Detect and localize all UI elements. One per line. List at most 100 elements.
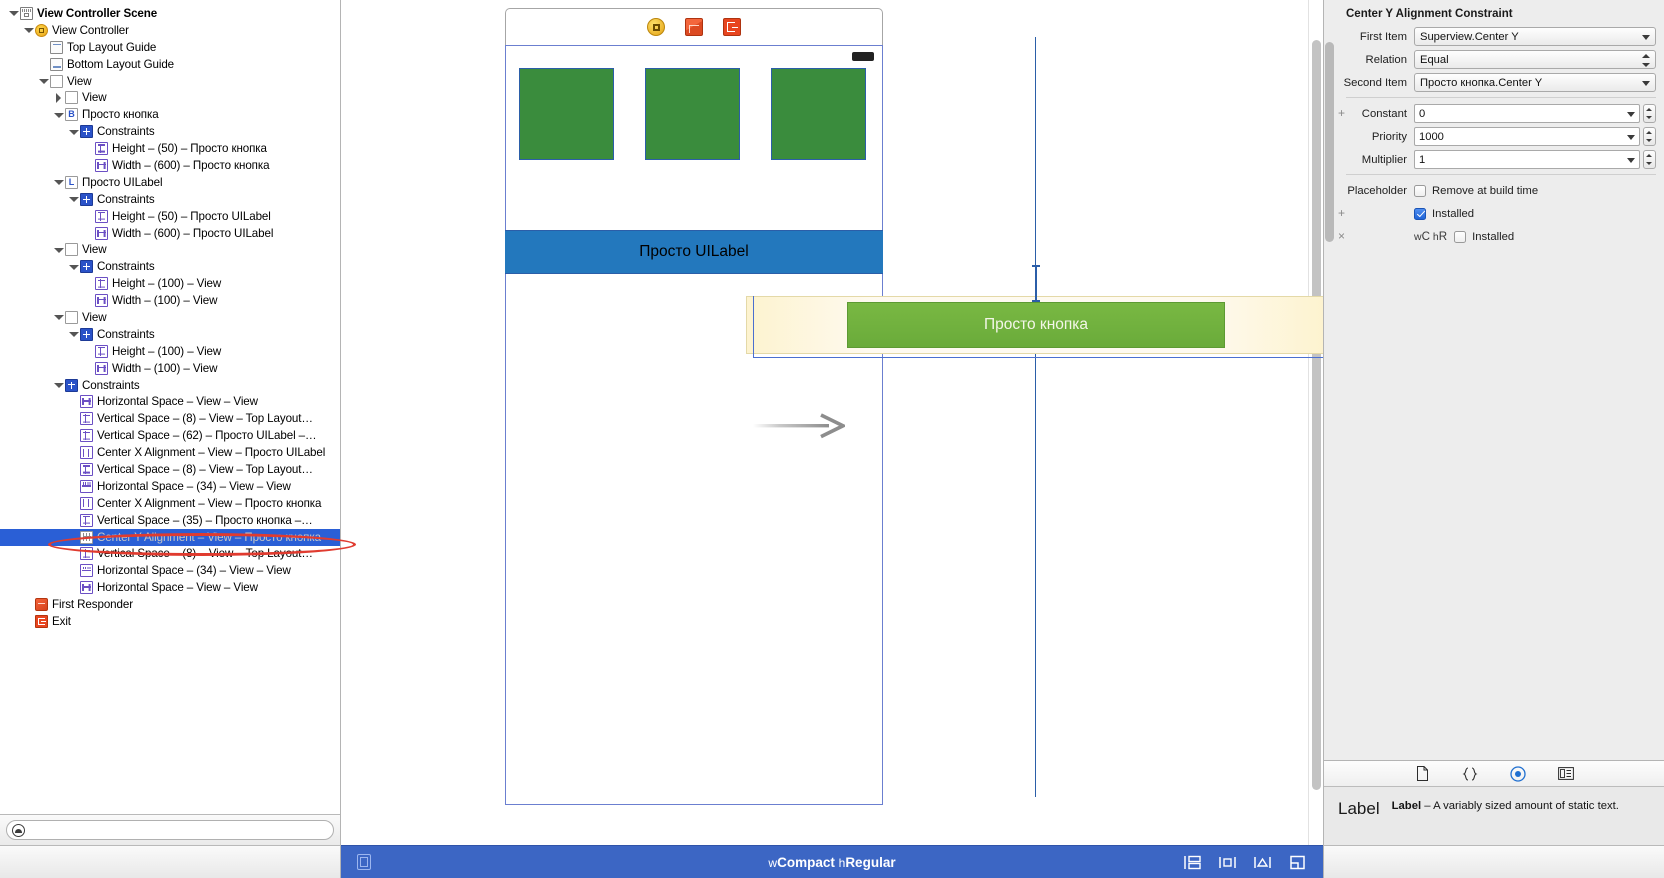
- disclosure-triangle-icon[interactable]: [38, 76, 49, 87]
- outline-row[interactable]: Horizontal Space – View – View: [0, 579, 340, 596]
- outline-row[interactable]: Constraints: [0, 123, 340, 140]
- outline-row[interactable]: Width – (100) – View: [0, 292, 340, 309]
- disclosure-triangle-icon[interactable]: [53, 312, 64, 323]
- multiplier-field[interactable]: 1: [1414, 150, 1640, 169]
- view-icon: [65, 243, 78, 257]
- outline-row[interactable]: Vertical Space – (8) – View – Top Layout…: [0, 410, 340, 427]
- outline-row[interactable]: Constraints: [0, 377, 340, 394]
- outline-row[interactable]: Height – (50) – Просто UILabel: [0, 208, 340, 225]
- exit-icon[interactable]: [723, 18, 741, 36]
- canvas-area[interactable]: Просто UILabel Просто кнопка: [341, 0, 1323, 845]
- constant-add-variation-button[interactable]: +: [1336, 104, 1347, 123]
- outline-row[interactable]: Vertical Space – (62) – Просто UILabel –…: [0, 427, 340, 444]
- outline-row[interactable]: Constraints: [0, 258, 340, 275]
- outline-row[interactable]: View: [0, 73, 340, 90]
- variation-remove-button[interactable]: ×: [1336, 227, 1347, 246]
- outline-filter-field[interactable]: [6, 820, 334, 840]
- disclosure-triangle-icon[interactable]: [53, 380, 64, 391]
- outline-row[interactable]: Vertical Space – (8) – View – Top Layout…: [0, 461, 340, 478]
- outline-row[interactable]: First Responder: [0, 596, 340, 613]
- outline-row[interactable]: Vertical Space – (35) – Просто кнопка –…: [0, 512, 340, 529]
- outline-row[interactable]: View Controller: [0, 22, 340, 39]
- installed-label: Installed: [1432, 207, 1475, 220]
- installed-checkbox[interactable]: [1414, 207, 1426, 220]
- priority-field[interactable]: 1000: [1414, 127, 1640, 146]
- first-responder-icon[interactable]: [685, 18, 703, 36]
- code-snippet-icon[interactable]: [1460, 765, 1480, 783]
- object-library-icon[interactable]: [1508, 765, 1528, 783]
- outline-row[interactable]: Bottom Layout Guide: [0, 56, 340, 73]
- multiplier-stepper[interactable]: [1643, 150, 1656, 169]
- outline-filter-input[interactable]: [25, 823, 333, 837]
- uibutton-element[interactable]: Просто кнопка: [847, 302, 1225, 348]
- disclosure-triangle-icon[interactable]: [68, 126, 79, 137]
- first-item-popup[interactable]: Superview.Center Y: [1414, 27, 1656, 46]
- constraint-centerx-icon: [80, 496, 93, 510]
- disclosure-triangle-icon[interactable]: [68, 261, 79, 272]
- disclosure-triangle-icon[interactable]: [68, 194, 79, 205]
- relation-popup[interactable]: Equal: [1414, 50, 1656, 69]
- constraint-hspace-plain-icon: [80, 395, 93, 409]
- file-inspector-icon[interactable]: [1412, 765, 1432, 783]
- outline-row[interactable]: Horizontal Space – (34) – View – View: [0, 478, 340, 495]
- assistant-editor-icon[interactable]: [1183, 855, 1202, 870]
- outline-row[interactable]: Center X Alignment – View – Просто UILab…: [0, 444, 340, 461]
- green-view-1[interactable]: [519, 68, 614, 160]
- disclosure-triangle-icon[interactable]: [68, 329, 79, 340]
- outline-row[interactable]: Exit: [0, 613, 340, 630]
- disclosure-triangle-icon[interactable]: [53, 177, 64, 188]
- disclosure-triangle-icon[interactable]: [53, 109, 64, 120]
- align-icon[interactable]: [1218, 855, 1237, 870]
- multiplier-row: Multiplier 1: [1336, 150, 1656, 169]
- outline-row[interactable]: Horizontal Space – (34) – View – View: [0, 562, 340, 579]
- green-view-3[interactable]: [771, 68, 866, 160]
- label-icon: L: [65, 175, 78, 189]
- variation-installed-checkbox[interactable]: [1454, 230, 1467, 243]
- size-class-bar[interactable]: wCompact hRegular: [341, 845, 1323, 878]
- outline-row[interactable]: Horizontal Space – View – View: [0, 393, 340, 410]
- view-controller-icon[interactable]: [647, 18, 665, 36]
- outline-row[interactable]: Center X Alignment – View – Просто кнопк…: [0, 495, 340, 512]
- outline-row[interactable]: Constraints: [0, 191, 340, 208]
- outline-row[interactable]: Height – (100) – View: [0, 275, 340, 292]
- outline-row[interactable]: Height – (50) – Просто кнопка: [0, 140, 340, 157]
- placeholder-checkbox[interactable]: [1414, 184, 1426, 197]
- outline-row[interactable]: Constraints: [0, 326, 340, 343]
- green-view-2[interactable]: [645, 68, 740, 160]
- outline-row[interactable]: Center Y Alignment – View – Просто кнопк…: [0, 528, 340, 546]
- disclosure-triangle-icon[interactable]: [23, 25, 34, 36]
- scrollbar-thumb[interactable]: [1312, 40, 1321, 790]
- canvas-vertical-scrollbar[interactable]: [1308, 0, 1323, 845]
- media-library-icon[interactable]: [1556, 765, 1576, 783]
- outline-row[interactable]: View: [0, 309, 340, 326]
- outline-row[interactable]: Width – (100) – View: [0, 360, 340, 377]
- outline-row-label: Width – (100) – View: [112, 294, 218, 308]
- outline-row[interactable]: Width – (600) – Просто кнопка: [0, 157, 340, 174]
- constant-field[interactable]: 0: [1414, 104, 1640, 123]
- second-item-popup[interactable]: Просто кнопка.Center Y: [1414, 73, 1656, 92]
- disclosure-triangle-icon[interactable]: [8, 8, 19, 19]
- outline-row[interactable]: Width – (600) – Просто UILabel: [0, 225, 340, 242]
- outline-row[interactable]: Height – (100) – View: [0, 343, 340, 360]
- resolve-icon[interactable]: [1288, 855, 1307, 870]
- priority-stepper[interactable]: [1643, 127, 1656, 146]
- outline-row[interactable]: View: [0, 241, 340, 258]
- outline-row[interactable]: View Controller Scene: [0, 5, 340, 22]
- uilabel-element[interactable]: Просто UILabel: [505, 230, 883, 274]
- outline-row[interactable]: Vertical Space – (8) – View – Top Layout…: [0, 546, 340, 563]
- disclosure-triangle-icon[interactable]: [53, 92, 64, 103]
- outline-row[interactable]: B Просто кнопка: [0, 106, 340, 123]
- pin-icon[interactable]: [1253, 855, 1272, 870]
- outline-row[interactable]: Top Layout Guide: [0, 39, 340, 56]
- outline-tree[interactable]: View Controller Scene View Controller Top …: [0, 0, 340, 814]
- outline-row[interactable]: L Просто UILabel: [0, 174, 340, 191]
- constant-stepper[interactable]: [1643, 104, 1656, 123]
- library-item[interactable]: Label Label – A variably sized amount of…: [1324, 787, 1664, 845]
- outline-row[interactable]: View: [0, 89, 340, 106]
- disclosure-triangle-icon[interactable]: [53, 244, 64, 255]
- installed-add-variation-button[interactable]: +: [1336, 204, 1347, 223]
- inspector-scrollbar[interactable]: [1325, 42, 1334, 242]
